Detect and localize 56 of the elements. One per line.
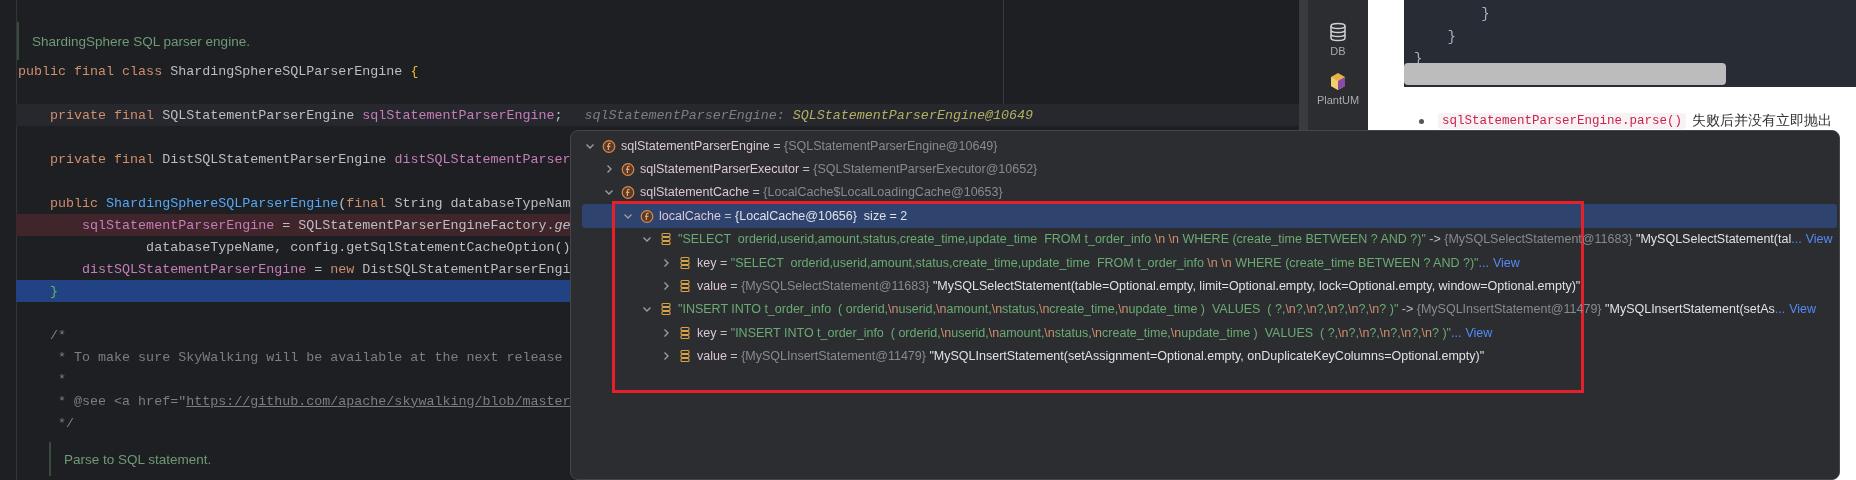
- inline-value-hint: sqlStatementParserEngine: SQLStatementParserEngine@10649: [584, 107, 1033, 123]
- variable-label: key = "INSERT INTO t_order_info ( orderid,\nuserid,\namount,\nstatus,\ncreate_time,\nupdate_time ) VALUES ( ?,\n?,\n?,\n?,\n?,\n? )"... View: [697, 325, 1493, 340]
- tree-row[interactable]: localCache = {LocalCache@10656} size = 2: [582, 204, 1837, 228]
- code-line: private final DistSQLStatementParserEngine distSQLStatementParser: [49, 151, 571, 167]
- stack-icon: [678, 279, 692, 294]
- inline-code: sqlStatementParserEngine.parse(): [1438, 113, 1687, 129]
- variable-label: value = {MySQLInsertStatement@11479} "MySQLInsertStatement(setAssignment=Optional.empty, onDuplicateKeyColumns=Optional.empty)": [697, 349, 1485, 364]
- code-line: private final SQLStatementParserEngine sqlStatementParserEngine;: [49, 107, 563, 123]
- code-line: databaseTypeName, config.getSqlStatementCacheOption(): [145, 239, 571, 255]
- field-icon: [602, 138, 616, 153]
- code-line: }: [1446, 28, 1457, 47]
- stack-icon: [678, 255, 692, 270]
- view-link[interactable]: View: [1805, 232, 1833, 247]
- variable-label: key = "SELECT orderid,userid,amount,status,create_time,update_time FROM t_order_info \n \n WHERE (create_time BETWEEN ? AND ?)"... View: [697, 255, 1520, 270]
- variable-label: sqlStatementParserExecutor = {SQLStatementParserExecutor@10652}: [640, 162, 1038, 177]
- tree-row[interactable]: value = {MySQLSelectStatement@11683} "MySQLSelectStatement(table=Optional.empty, limit=Optional.empty, lock=Optional.empty, window=Optional.empty)": [582, 274, 1837, 298]
- tree-row[interactable]: sqlStatementParserEngine = {SQLStatementParserEngine@10649}: [582, 134, 1837, 158]
- doc-comment: Parse to SQL statement.: [63, 451, 212, 467]
- variable-label: value = {MySQLSelectStatement@11683} "MySQLSelectStatement(table=Optional.empty, limit=Optional.empty, lock=Optional.empty, window=Optional.empty)": [697, 279, 1581, 294]
- field-icon: [621, 162, 635, 177]
- variable-label: sqlStatementCache = {LocalCache$LocalLoadingCache@10653}: [640, 185, 1003, 200]
- code-line: * @see <a href="https://github.com/apache/skywalking/blob/master: [57, 393, 571, 409]
- code-line: distSQLStatementParserEngine = new DistSQLStatementParserEngi: [81, 261, 571, 277]
- view-link[interactable]: View: [1492, 255, 1520, 270]
- code-line: public final class ShardingSphereSQLParserEngine {: [18, 63, 419, 79]
- stack-icon: [659, 302, 673, 317]
- variable-label: sqlStatementParserEngine = {SQLStatementParserEngine@10649}: [621, 138, 998, 153]
- view-link[interactable]: View: [1465, 325, 1493, 340]
- stack-icon: [678, 325, 692, 340]
- code-line: *: [57, 371, 67, 387]
- code-line: public ShardingSphereSQLParserEngine(final String databaseTypeNam: [49, 195, 571, 211]
- tool-window-button[interactable]: PlantUM: [1316, 71, 1360, 106]
- tree-row[interactable]: key = "INSERT INTO t_order_info ( orderid,\nuserid,\namount,\nstatus,\ncreate_time,\nupdate_time ) VALUES ( ?,\n?,\n?,\n?,\n?,\n? )"... View: [582, 321, 1837, 345]
- code-line: */: [57, 415, 75, 431]
- code-line: sqlStatementParserEngine = SQLStatementParserEngineFactory.ge: [81, 217, 571, 233]
- field-icon: [621, 185, 635, 200]
- stack-icon: [659, 232, 673, 247]
- doc-comment: ShardingSphere SQL parser engine.: [31, 33, 250, 49]
- cube-icon: [1328, 71, 1348, 91]
- tree-row[interactable]: key = "SELECT orderid,userid,amount,status,create_time,update_time FROM t_order_info \n \n WHERE (create_time BETWEEN ? AND ?)"... View: [582, 250, 1837, 275]
- tool-window-button[interactable]: DB: [1328, 22, 1348, 57]
- stack-icon: [678, 349, 692, 364]
- paragraph-text: 失败后并没有立即抛出: [1692, 112, 1833, 130]
- code-line: /*: [49, 327, 67, 343]
- code-line: }: [49, 283, 59, 299]
- bullet-icon: [1419, 118, 1424, 124]
- tree-row[interactable]: value = {MySQLInsertStatement@11479} "MySQLInsertStatement(setAssignment=Optional.empty, onDuplicateKeyColumns=Optional.empty)": [582, 344, 1837, 368]
- tree-row[interactable]: sqlStatementCache = {LocalCache$LocalLoadingCache@10653}: [582, 180, 1837, 205]
- code-line: }: [1480, 6, 1491, 24]
- tree-row[interactable]: sqlStatementParserExecutor = {SQLStatementParserExecutor@10652}: [582, 157, 1837, 181]
- database-icon: [1328, 22, 1348, 42]
- view-link[interactable]: View: [1789, 302, 1817, 317]
- field-icon: [640, 208, 654, 223]
- variable-label: localCache = {LocalCache@10656} size = 2: [659, 208, 908, 223]
- code-line: * To make sure SkyWalking will be available at the next release: [57, 349, 563, 365]
- scrollbar-thumb[interactable]: [1404, 62, 1726, 85]
